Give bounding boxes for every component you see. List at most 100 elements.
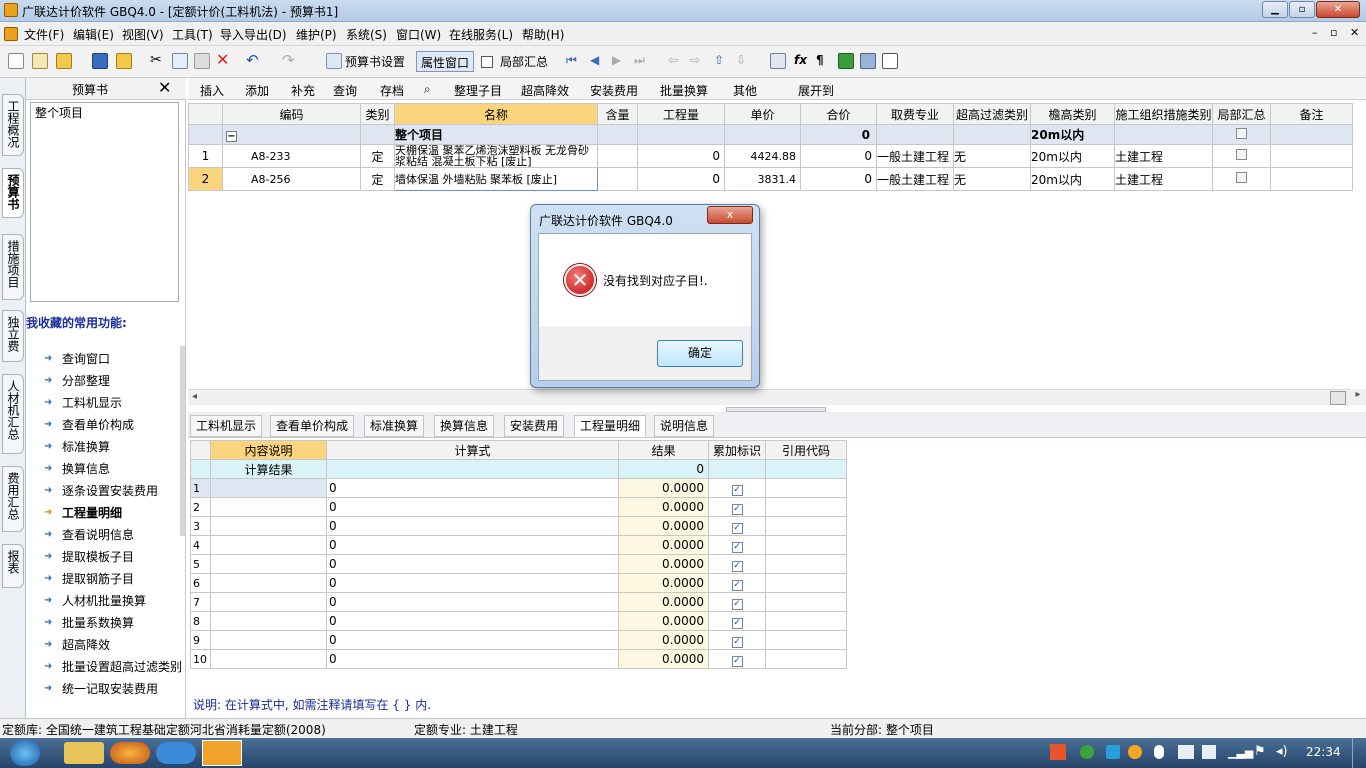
row-fee-major[interactable]: 一般土建工程 [876,167,954,191]
row-ref-code[interactable] [765,478,847,498]
header-code[interactable]: 编码 [222,103,361,125]
group-local-summary[interactable] [1212,124,1271,145]
favorite-item[interactable]: 逐条设置安装费用 [62,480,158,502]
other-button[interactable]: 其他 [733,82,757,99]
copy-icon[interactable] [172,53,188,69]
tab-material-summary[interactable]: 人材机汇总 [2,374,24,454]
save-icon[interactable] [92,53,108,69]
header-ref-code[interactable]: 引用代码 [765,440,847,460]
row-name[interactable]: 天棚保温 聚苯乙烯泡沫塑料板 无龙骨砂浆粘结 混凝土板下粘 [废止] [394,144,598,168]
tab-install-fee[interactable]: 安装费用 [504,415,565,437]
row-fee-major[interactable]: 一般土建工程 [876,144,954,168]
prev-record-icon[interactable]: ◀ [590,53,599,67]
tray-device-icon[interactable] [1202,745,1216,759]
group-toggle[interactable]: − [222,124,361,145]
row-eaves[interactable]: 20m以内 [1030,144,1115,168]
collapse-icon[interactable]: − [226,130,237,142]
add-button[interactable]: 添加 [245,82,269,99]
header-unit-price[interactable]: 单价 [724,103,801,125]
row-ref-code[interactable] [765,611,847,631]
move-left-icon[interactable]: ⇦ [668,53,678,67]
accumulate-checkbox[interactable]: ✓ [731,579,743,591]
organize-items-button[interactable]: 整理子目 [454,82,502,99]
tab-standard-conversion[interactable]: 标准换算 [364,415,425,437]
next-record-icon[interactable]: ▶ [612,53,621,67]
tray-ime-icon[interactable] [1050,744,1066,760]
tab-conversion-info[interactable]: 换算信息 [434,415,495,437]
tab-independent-fee[interactable]: 独立费 [2,310,24,362]
favorite-item[interactable]: 工料机显示 [62,392,122,414]
row-content[interactable] [597,144,638,168]
expand-to-button[interactable]: 展开到 [798,82,834,99]
favorite-item[interactable]: 查看单价构成 [62,414,134,436]
row-ref-code[interactable] [765,630,847,650]
row-local-summary[interactable] [1212,167,1271,191]
scroll-thumb[interactable] [1330,391,1346,405]
taskbar-firefox-icon[interactable] [110,742,150,764]
accumulate-checkbox[interactable]: ✓ [731,484,743,496]
favorite-item[interactable]: 批量设置超高过滤类别 [62,656,182,678]
table-row[interactable]: 3 0 0.0000 ✓ [190,516,847,536]
row-accumulate[interactable]: ✓ [708,478,766,498]
tray-network-icon[interactable] [1106,745,1120,759]
green-box-icon[interactable] [838,53,854,69]
header-fee-major[interactable]: 取费专业 [876,103,954,125]
favorite-item[interactable]: 超高降效 [62,634,110,656]
row-accumulate[interactable]: ✓ [708,630,766,650]
archive-button[interactable]: 存档 [380,82,404,99]
checkbox[interactable] [1236,149,1247,160]
row-content[interactable] [597,167,638,191]
row-formula[interactable]: 0 [326,497,619,517]
height-reduction-button[interactable]: 超高降效 [521,82,569,99]
query-button[interactable]: 查询 [333,82,357,99]
row-measure[interactable]: 土建工程 [1114,167,1213,191]
row-ref-code[interactable] [765,516,847,536]
delete-icon[interactable]: ✕ [216,52,232,69]
install-fee-button[interactable]: 安装费用 [590,82,638,99]
maximize-button[interactable]: ▫ [1289,1,1315,18]
tray-signal-icon[interactable]: ▁▃▅ [1228,746,1253,759]
menu-window[interactable]: 窗口(W) [396,26,441,43]
new-from-template-icon[interactable] [32,53,48,69]
header-name[interactable]: 名称 [394,103,598,125]
row-formula[interactable]: 0 [326,592,619,612]
row-formula[interactable]: 0 [326,573,619,593]
row-accumulate[interactable]: ✓ [708,611,766,631]
menu-help[interactable]: 帮助(H) [522,26,564,43]
scroll-left-icon[interactable]: ◂ [192,391,197,402]
paste-icon[interactable] [194,53,210,69]
taskbar-clock[interactable]: 22:34 [1306,745,1341,759]
local-summary-checkbox[interactable] [481,56,493,68]
checkbox[interactable] [1236,127,1247,139]
table-row[interactable]: 2 0 0.0000 ✓ [190,497,847,517]
undo-icon[interactable]: ↶ [246,53,262,69]
row-formula[interactable]: 0 [326,554,619,574]
table-row[interactable]: 2 A8-256 定 墙体保温 外墙粘贴 聚苯板 [废止] 0 3831.4 0… [188,167,1353,191]
favorite-item[interactable]: 查询窗口 [62,348,110,370]
new-icon[interactable] [8,53,24,69]
row-accumulate[interactable]: ✓ [708,592,766,612]
accumulate-checkbox[interactable]: ✓ [731,636,743,648]
favorite-item[interactable]: 查看说明信息 [62,524,134,546]
row-remark[interactable] [1270,167,1353,191]
cut-icon[interactable]: ✂ [150,53,166,69]
header-content-desc[interactable]: 内容说明 [210,440,327,460]
row-content-desc[interactable] [210,554,327,574]
table-row[interactable]: 9 0 0.0000 ✓ [190,630,847,650]
table-row[interactable]: 6 0 0.0000 ✓ [190,573,847,593]
tab-fee-summary[interactable]: 费用汇总 [2,466,24,532]
row-height-filter[interactable]: 无 [953,144,1031,168]
row-ref-code[interactable] [765,592,847,612]
table-row[interactable]: 1 A8-233 定 天棚保温 聚苯乙烯泡沫塑料板 无龙骨砂浆粘结 混凝土板下粘… [188,144,1353,168]
row-formula[interactable]: 0 [326,649,619,669]
row-accumulate[interactable]: ✓ [708,535,766,555]
row-ref-code[interactable] [765,554,847,574]
row-type[interactable]: 定 [360,167,395,191]
row-unit-price[interactable]: 3831.4 [724,167,801,191]
row-content-desc[interactable] [210,535,327,555]
grid-hscrollbar[interactable]: ◂ [188,389,1350,405]
close-button[interactable]: ✕ [1316,1,1360,18]
row-height-filter[interactable]: 无 [953,167,1031,191]
supplement-button[interactable]: 补充 [291,82,315,99]
minimize-button[interactable]: ▁ [1262,1,1288,18]
